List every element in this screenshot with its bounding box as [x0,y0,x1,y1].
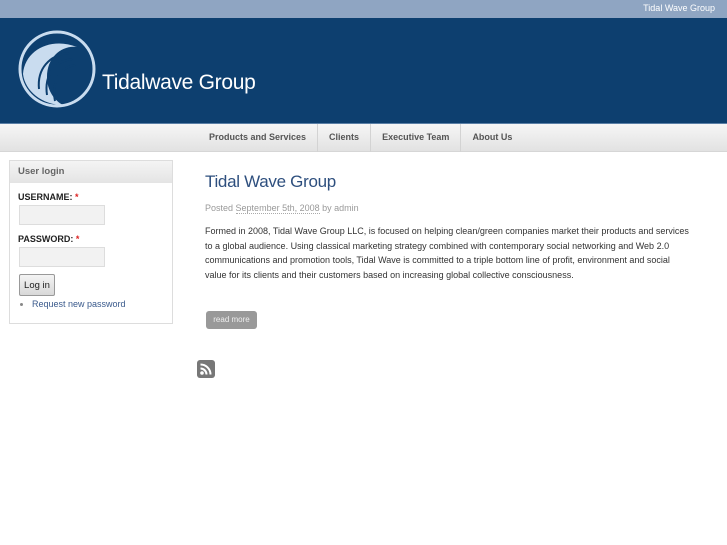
post-author: by admin [322,203,359,213]
posted-label: Posted [205,203,234,213]
post-meta: Posted September 5th, 2008 by admin [205,203,359,214]
password-label: PASSWORD: * [18,234,172,244]
post-body: Formed in 2008, Tidal Wave Group LLC, is… [205,224,689,282]
rss-feed-icon[interactable] [197,360,215,378]
required-marker: * [75,234,80,244]
required-marker: * [75,192,79,202]
main-nav: Products and Services Clients Executive … [0,124,727,152]
password-input[interactable] [19,247,105,267]
post-body-line: communications and promotion tools, Tida… [205,255,670,265]
nav-clients[interactable]: Clients [318,124,372,152]
username-input[interactable] [19,205,105,225]
post-body-line: Formed in 2008, Tidal Wave Group LLC, is… [205,226,689,236]
post-date: September 5th, 2008 [235,203,320,214]
post-title[interactable]: Tidal Wave Group [205,172,336,192]
nav-about-us[interactable]: About Us [461,124,523,152]
read-more-button[interactable]: read more [206,311,257,329]
user-login-block: User login USERNAME: * PASSWORD: * Log i… [9,160,173,324]
nav-products-and-services[interactable]: Products and Services [198,124,319,152]
request-password-link[interactable]: Request new password [20,299,172,309]
site-name[interactable]: Tidalwave Group [102,71,256,95]
site-link[interactable]: Tidal Wave Group [643,3,715,13]
block-title: User login [10,161,172,183]
header: Tidalwave Group [0,18,727,124]
post-body-line: to a global audience. Using classical ma… [205,240,670,251]
password-label-text: PASSWORD: [18,234,74,244]
login-button[interactable]: Log in [19,274,55,296]
username-label-text: USERNAME: [18,192,73,202]
username-label: USERNAME: * [18,192,172,202]
wave-logo-icon[interactable] [17,29,97,109]
post-body-line: value for its clients and their customer… [205,269,574,280]
nav-executive-team[interactable]: Executive Team [371,124,462,152]
top-bar: Tidal Wave Group [0,0,727,18]
